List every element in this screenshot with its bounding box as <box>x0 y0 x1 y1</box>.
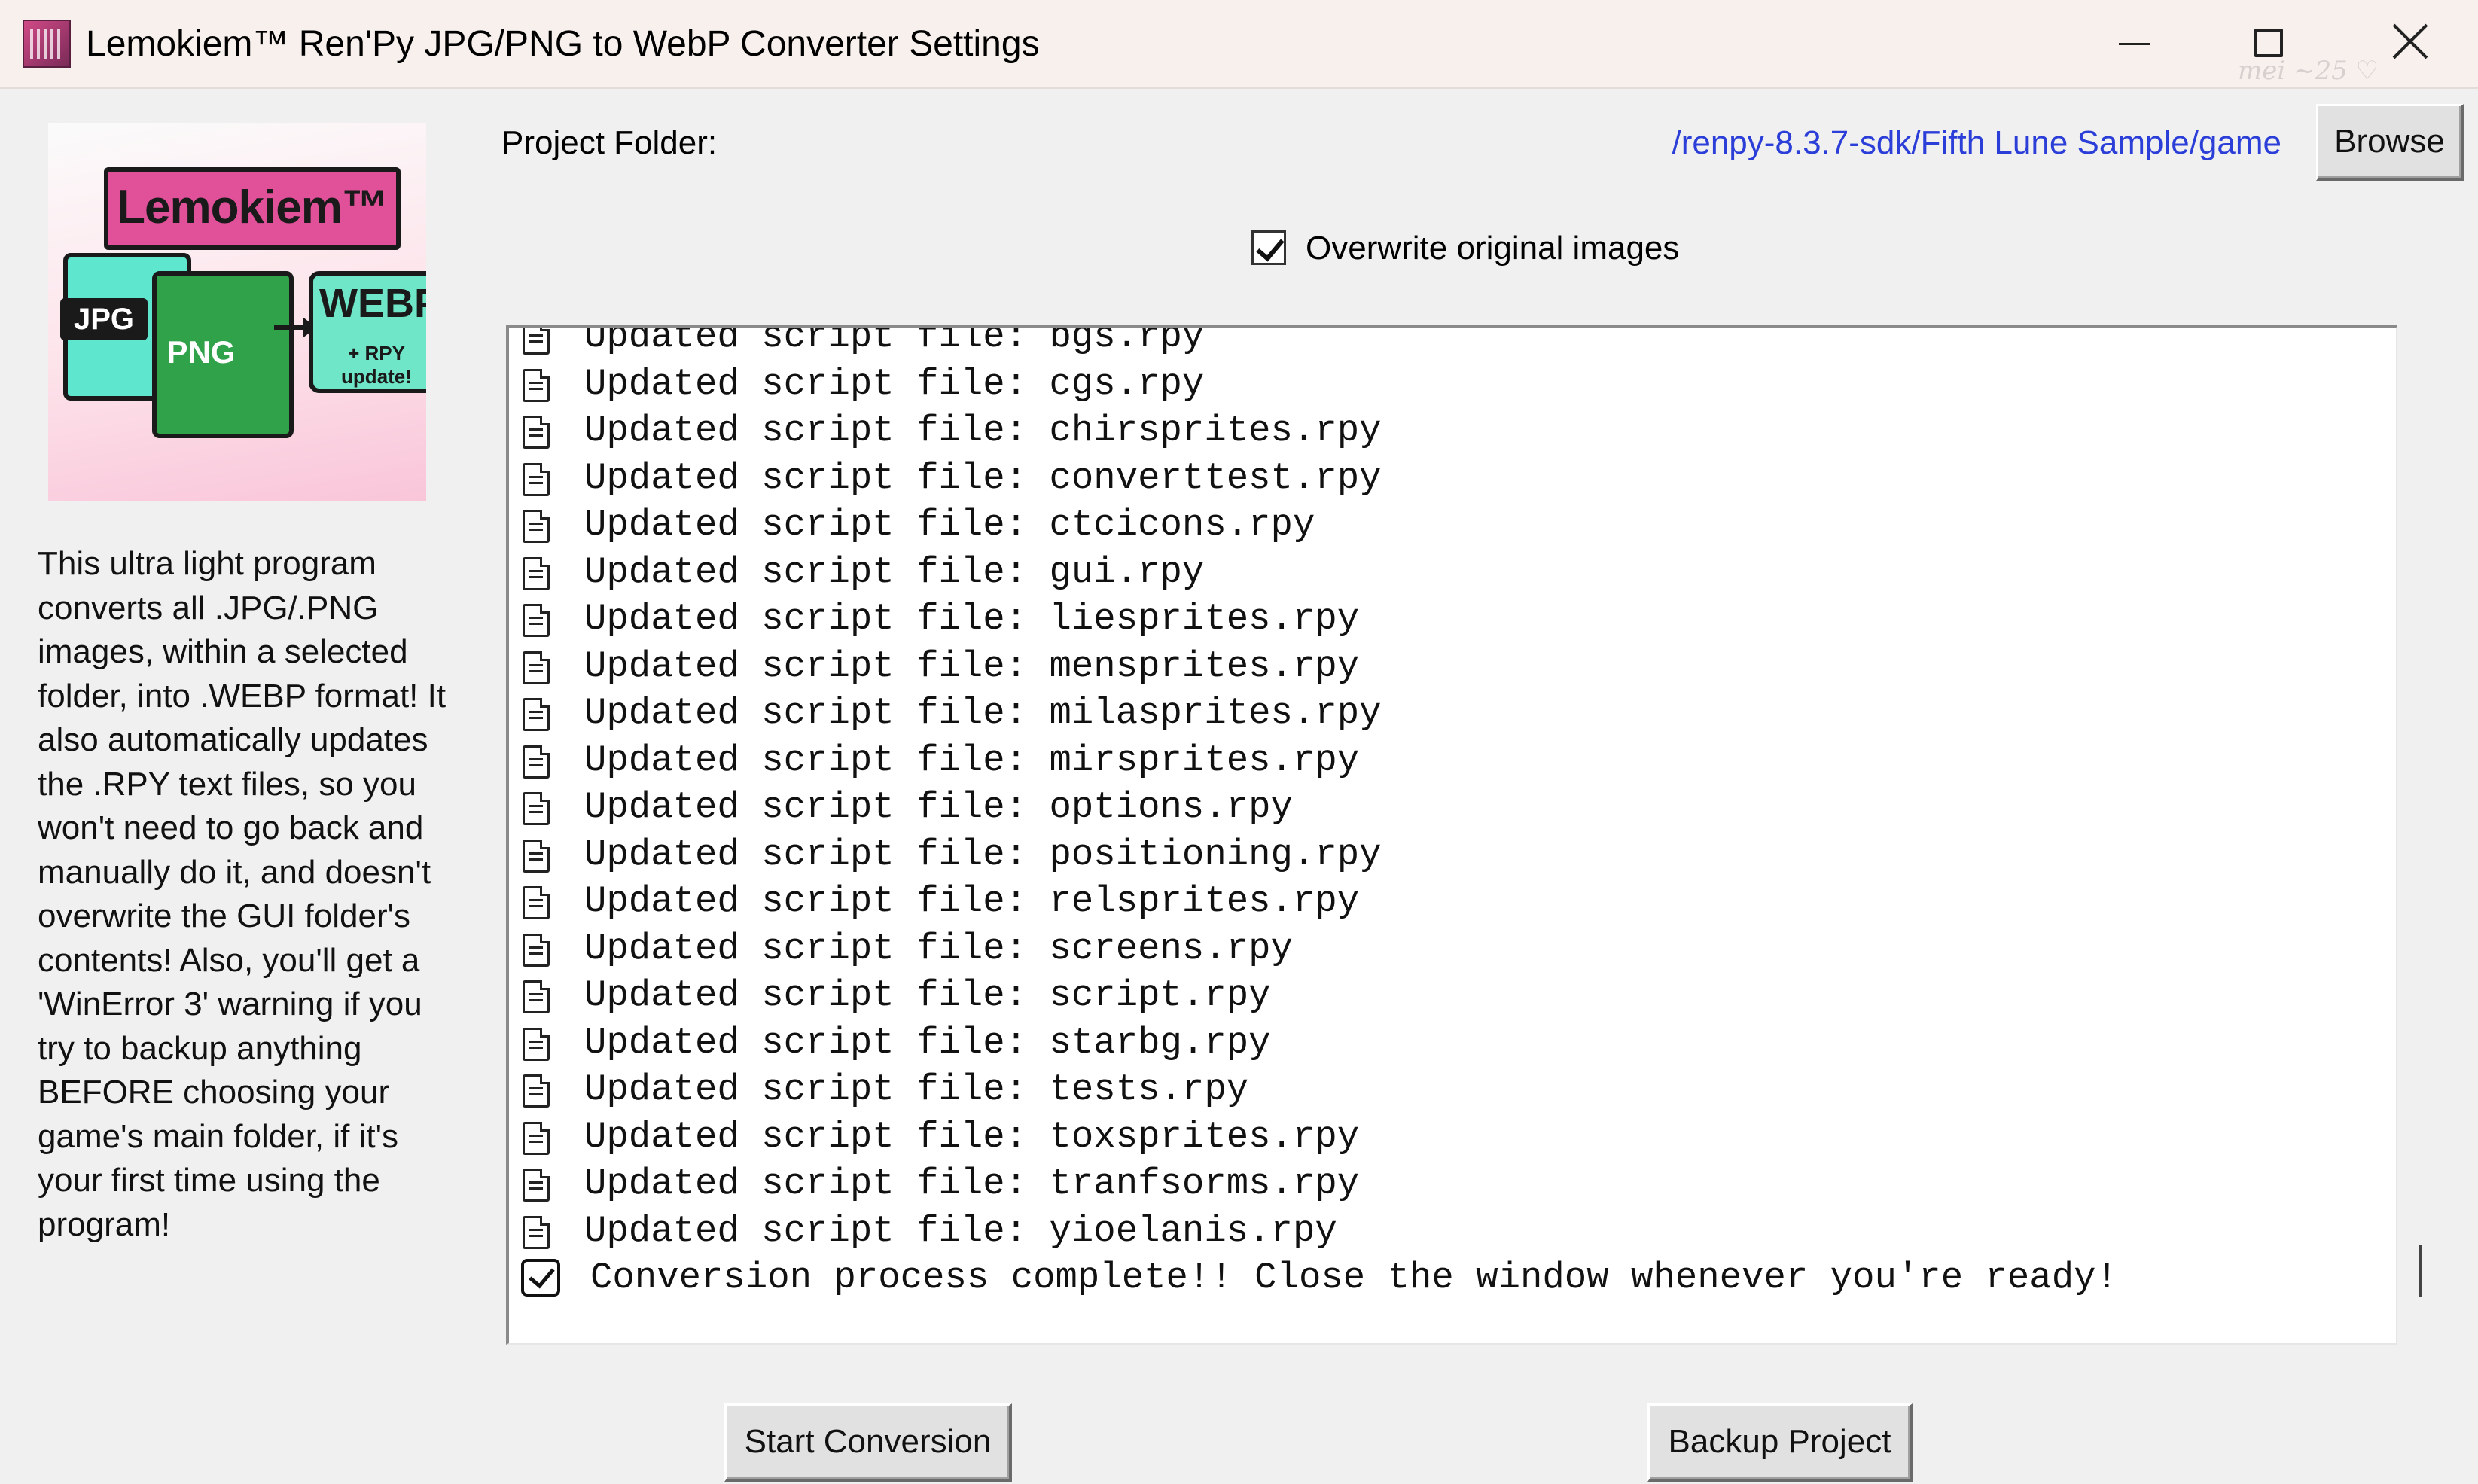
project-folder-path: /renpy-8.3.7-sdk/Fifth Lune Sample/game <box>1672 124 2281 161</box>
log-list: Updated script file: bgs.rpy Updated scri… <box>509 325 2396 1302</box>
document-icon <box>523 792 550 825</box>
logo-rpy-label: + RPY update! <box>341 342 412 388</box>
log-line: Updated script file: options.rpy <box>509 784 2396 831</box>
description-text: This ultra light program converts all .J… <box>38 545 447 1243</box>
overwrite-label: Overwrite original images <box>1306 230 1680 267</box>
log-line: Updated script file: liesprites.rpy <box>509 596 2396 643</box>
log-line: Updated script file: toxsprites.rpy <box>509 1114 2396 1161</box>
log-line: Updated script file: relsprites.rpy <box>509 878 2396 925</box>
document-icon <box>523 1027 550 1061</box>
document-icon <box>523 416 550 449</box>
app-icon <box>23 20 71 68</box>
close-icon <box>2391 23 2429 60</box>
overwrite-checkbox[interactable] <box>1251 230 1286 265</box>
document-icon <box>523 1169 550 1202</box>
log-line-text: Updated script file: screens.rpy <box>584 927 1293 970</box>
document-icon <box>523 510 550 543</box>
watermark: mei ~25 ♡ <box>2238 56 2379 86</box>
log-line-text: Updated script file: gui.rpy <box>584 550 1205 593</box>
log-line-text: Updated script file: yioelanis.rpy <box>584 1209 1337 1252</box>
document-icon <box>523 839 550 873</box>
minimize-button[interactable] <box>2066 0 2202 89</box>
log-line: Updated script file: yioelanis.rpy <box>509 1208 2396 1255</box>
document-icon <box>523 604 550 637</box>
logo-webp-label: WEBP <box>319 281 426 326</box>
project-folder-label: Project Folder: <box>501 124 718 161</box>
log-line-text: Updated script file: chirsprites.rpy <box>584 410 1382 452</box>
log-line-text: Updated script file: bgs.rpy <box>584 325 1205 358</box>
log-output[interactable]: Updated script file: bgs.rpy Updated scri… <box>506 325 2397 1345</box>
log-line: Updated script file: gui.rpy <box>509 549 2396 596</box>
document-icon <box>523 980 550 1013</box>
log-line-text: Updated script file: tests.rpy <box>584 1068 1249 1111</box>
log-line: Updated script file: tranfsorms.rpy <box>509 1160 2396 1208</box>
log-line: Updated script file: positioning.rpy <box>509 831 2396 879</box>
document-icon <box>523 462 550 496</box>
window-title: Lemokiem™ Ren'Py JPG/PNG to WebP Convert… <box>86 24 1040 64</box>
document-icon <box>523 651 550 684</box>
log-line: Updated script file: ctcicons.rpy <box>509 501 2396 549</box>
minimize-icon <box>2119 43 2150 45</box>
log-line: Updated script file: screens.rpy <box>509 925 2396 973</box>
log-line-text: Updated script file: liesprites.rpy <box>584 598 1360 640</box>
start-conversion-button[interactable]: Start Conversion <box>724 1403 1012 1482</box>
document-icon <box>523 886 550 919</box>
log-line: Updated script file: tests.rpy <box>509 1066 2396 1114</box>
document-icon <box>523 1121 550 1155</box>
log-line: Updated script file: chirsprites.rpy <box>509 407 2396 455</box>
document-icon <box>523 368 550 402</box>
log-line-text: Updated script file: options.rpy <box>584 786 1293 828</box>
log-line-complete: Conversion process complete!! Close the … <box>509 1254 2396 1302</box>
log-line: Updated script file: converttest.rpy <box>509 455 2396 502</box>
log-line-text: Updated script file: ctcicons.rpy <box>584 504 1315 546</box>
logo-brand: Lemokiem™ <box>104 167 401 250</box>
log-line-text: Updated script file: converttest.rpy <box>584 456 1382 499</box>
backup-project-button[interactable]: Backup Project <box>1647 1403 1913 1482</box>
log-line: Updated script file: script.rpy <box>509 972 2396 1019</box>
log-line: Updated script file: bgs.rpy <box>509 325 2396 361</box>
log-line: Updated script file: starbg.rpy <box>509 1019 2396 1067</box>
completion-message: Conversion process complete!! Close the … <box>590 1257 2118 1299</box>
title-bar: Lemokiem™ Ren'Py JPG/PNG to WebP Convert… <box>0 0 2478 89</box>
log-line-text: Updated script file: starbg.rpy <box>584 1021 1271 1064</box>
document-icon <box>523 933 550 967</box>
log-line-text: Updated script file: toxsprites.rpy <box>584 1115 1360 1158</box>
document-icon <box>523 556 550 590</box>
document-icon <box>523 328 550 355</box>
document-icon <box>523 1215 550 1249</box>
log-line-text: Updated script file: tranfsorms.rpy <box>584 1163 1360 1205</box>
checkbox-checked-icon <box>521 1259 560 1297</box>
document-icon <box>523 745 550 779</box>
log-line-text: Updated script file: cgs.rpy <box>584 362 1205 405</box>
logo-png-label: PNG <box>166 334 236 370</box>
text-caret <box>2419 1245 2422 1297</box>
log-line: Updated script file: mirsprites.rpy <box>509 737 2396 785</box>
log-line: Updated script file: cgs.rpy <box>509 361 2396 408</box>
log-line-text: Updated script file: mensprites.rpy <box>584 644 1360 687</box>
maximize-icon <box>2254 29 2283 57</box>
log-line-text: Updated script file: milasprites.rpy <box>584 692 1382 734</box>
log-line-text: Updated script file: mirsprites.rpy <box>584 739 1360 782</box>
log-line-text: Updated script file: script.rpy <box>584 974 1271 1016</box>
log-line: Updated script file: milasprites.rpy <box>509 690 2396 737</box>
document-icon <box>523 1074 550 1108</box>
browse-button[interactable]: Browse <box>2316 104 2464 181</box>
log-line: Updated script file: mensprites.rpy <box>509 643 2396 690</box>
app-logo: JPG PNG WEBP + RPY update! Lemokiem™ <box>48 123 426 501</box>
log-line-text: Updated script file: positioning.rpy <box>584 833 1382 876</box>
document-icon <box>523 698 550 731</box>
arrow-right-icon <box>274 317 316 338</box>
logo-jpg-label: JPG <box>60 298 148 340</box>
log-line-text: Updated script file: relsprites.rpy <box>584 880 1360 922</box>
